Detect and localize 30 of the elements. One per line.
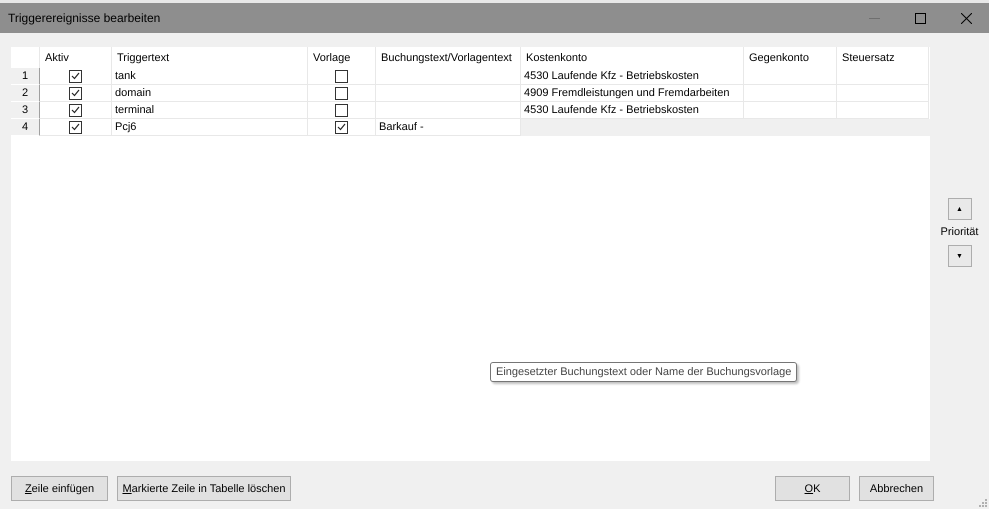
table-cell: domain (112, 85, 308, 102)
cancel-button[interactable]: Abbrechen (859, 476, 934, 501)
row-header[interactable]: 1 (11, 68, 40, 85)
table-cell: Pcj6 (112, 119, 308, 136)
table-cell: 4530 Laufende Kfz - Betriebskosten (521, 68, 744, 85)
checkbox[interactable] (69, 120, 82, 134)
row-header[interactable]: 2 (11, 85, 40, 102)
table-cell: 4909 Fremdleistungen und Fremdarbeiten (521, 85, 744, 102)
checkbox[interactable] (335, 120, 348, 134)
checkbox[interactable] (69, 104, 82, 116)
table-cell: 4530 Laufende Kfz - Betriebskosten (521, 102, 744, 119)
checkbox[interactable] (69, 70, 82, 82)
ok-button[interactable]: OK (775, 476, 850, 501)
priority-label: Priorität (940, 226, 978, 238)
delete-row-button[interactable]: Markierte Zeile in Tabelle löschen (117, 476, 291, 501)
insert-row-button[interactable]: Zeile einfügen (11, 476, 108, 501)
close-icon (960, 12, 972, 24)
row-header[interactable]: 3 (11, 102, 40, 119)
checkbox[interactable] (335, 70, 348, 82)
resize-grip-icon[interactable] (979, 499, 987, 507)
tooltip: Eingesetzter Buchungstext oder Name der Buchungsvorlage (490, 362, 798, 382)
table-cell: terminal (112, 102, 308, 119)
checkbox[interactable] (335, 86, 348, 100)
checkbox[interactable] (335, 104, 348, 116)
table-cell: Barkauf - (376, 119, 521, 136)
window-title: Triggerereignisse bearbeiten (8, 11, 162, 25)
table-cell: tank (112, 68, 308, 85)
maximize-icon (914, 12, 926, 24)
row-header[interactable]: 4 (11, 119, 40, 136)
checkbox[interactable] (69, 86, 82, 100)
